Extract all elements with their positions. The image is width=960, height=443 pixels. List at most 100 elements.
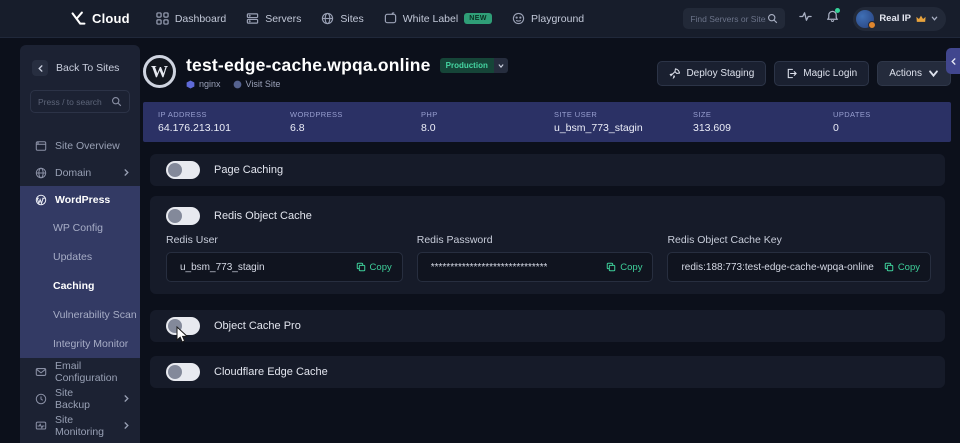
site-overview-icon — [35, 140, 47, 152]
cloudflare-edge-cache-card: Cloudflare Edge Cache — [150, 356, 945, 388]
sidebar-item-caching[interactable]: Caching — [20, 271, 140, 300]
main-content: W test-edge-cache.wpqa.online Production… — [143, 45, 951, 388]
sidebar-item-email-configuration[interactable]: Email Configuration — [20, 358, 140, 385]
nav-item-white-label[interactable]: White Label NEW — [384, 12, 492, 25]
nav-item-sites[interactable]: Sites — [321, 12, 363, 25]
actions-label: Actions — [889, 68, 922, 79]
field-value: u_bsm_773_stagin — [180, 262, 265, 273]
copy-label: Copy — [898, 262, 920, 273]
brand-name: Cloud — [92, 11, 130, 26]
app: Cloud Dashboard Servers Sites White Labe… — [0, 0, 960, 443]
environment-label: Production — [440, 58, 494, 73]
redis-fields: Redis User u_bsm_773_stagin Copy Redis P… — [150, 232, 945, 294]
global-search-input[interactable] — [690, 14, 766, 24]
back-to-sites-button[interactable]: Back To Sites — [20, 45, 140, 76]
nav-item-label: Dashboard — [175, 13, 226, 25]
visit-site-link[interactable]: Visit Site — [233, 79, 281, 89]
playground-icon — [512, 12, 525, 25]
notifications-bell-icon[interactable] — [826, 10, 839, 28]
user-menu[interactable]: Real IP — [853, 7, 946, 31]
sidebar-item-updates[interactable]: Updates — [20, 242, 140, 271]
nav-item-label: Sites — [340, 13, 363, 25]
deploy-staging-button[interactable]: Deploy Staging — [657, 61, 766, 86]
environment-dropdown[interactable] — [494, 58, 508, 73]
sidebar-item-wordpress[interactable]: WordPress — [20, 186, 140, 213]
wordpress-site-logo: W — [143, 55, 176, 88]
page-caching-card: Page Caching — [150, 154, 945, 186]
copy-icon — [356, 262, 366, 272]
redis-password-input[interactable]: ****************************** Copy — [417, 252, 654, 282]
site-title: test-edge-cache.wpqa.online — [186, 55, 431, 76]
redis-user-input[interactable]: u_bsm_773_stagin Copy — [166, 252, 403, 282]
servers-icon — [246, 12, 259, 25]
copy-icon — [606, 262, 616, 272]
sidebar-item-wp-config[interactable]: WP Config — [20, 213, 140, 242]
server-type-label: nginx — [199, 79, 221, 89]
nav-item-playground[interactable]: Playground — [512, 12, 584, 25]
field-label: Redis Object Cache Key — [667, 234, 931, 246]
info-value: 64.176.213.101 — [158, 122, 290, 134]
primary-nav: Dashboard Servers Sites White Label NEW … — [156, 12, 584, 25]
info-label: WORDPRESS — [290, 110, 421, 119]
sidebar-item-site-overview[interactable]: Site Overview — [20, 132, 140, 159]
global-search[interactable] — [683, 8, 785, 29]
activity-icon[interactable] — [799, 10, 812, 28]
sidebar-item-label: Site Overview — [55, 140, 120, 152]
field-label: Redis User — [166, 234, 403, 246]
sidebar-item-label: Updates — [53, 251, 92, 263]
object-cache-pro-toggle[interactable] — [166, 317, 200, 335]
back-to-sites-label: Back To Sites — [56, 62, 119, 74]
sidebar-item-label: Email Configuration — [55, 360, 130, 384]
redis-cache-key-input[interactable]: redis:188:773:test-edge-cache-wpqa-onlin… — [667, 252, 931, 282]
sidebar-item-site-backup[interactable]: Site Backup — [20, 385, 140, 412]
chevron-down-icon — [928, 68, 939, 79]
redis-object-cache-toggle[interactable] — [166, 207, 200, 225]
actions-button[interactable]: Actions — [877, 61, 951, 86]
info-label: PHP — [421, 110, 554, 119]
sidebar-item-integrity-monitor[interactable]: Integrity Monitor — [20, 329, 140, 358]
magic-login-button[interactable]: Magic Login — [774, 61, 869, 86]
environment-badge[interactable]: Production — [440, 58, 508, 73]
copy-button[interactable]: Copy — [346, 262, 392, 273]
monitoring-icon — [35, 420, 47, 432]
chevron-right-icon — [123, 422, 130, 429]
sidebar-item-domain[interactable]: Domain — [20, 159, 140, 186]
user-name: Real IP — [879, 13, 911, 24]
white-label-icon — [384, 12, 397, 25]
email-icon — [35, 366, 47, 378]
sidebar-search-input[interactable] — [38, 97, 110, 107]
copy-button[interactable]: Copy — [874, 262, 920, 273]
sidebar-item-vulnerability-scan[interactable]: Vulnerability Scan — [20, 300, 140, 329]
redis-password-field: Redis Password *************************… — [417, 234, 654, 282]
copy-button[interactable]: Copy — [596, 262, 642, 273]
info-updates: UPDATES 0 — [833, 110, 951, 134]
globe-icon — [233, 80, 242, 89]
new-badge: NEW — [464, 13, 492, 24]
redis-user-field: Redis User u_bsm_773_stagin Copy — [166, 234, 403, 282]
sidebar-item-site-monitoring[interactable]: Site Monitoring — [20, 412, 140, 439]
sidebar-search[interactable] — [30, 90, 130, 113]
nav-item-servers[interactable]: Servers — [246, 12, 301, 25]
avatar — [856, 10, 874, 28]
nav-item-dashboard[interactable]: Dashboard — [156, 12, 226, 25]
redis-object-cache-label: Redis Object Cache — [214, 210, 312, 222]
chevron-right-icon — [123, 395, 130, 402]
sidebar-item-label: Vulnerability Scan — [53, 309, 137, 321]
chevron-down-icon — [498, 63, 504, 69]
sidebar-item-label: WordPress — [55, 194, 110, 206]
page-caching-toggle[interactable] — [166, 161, 200, 179]
info-wordpress-version: WORDPRESS 6.8 — [290, 110, 421, 134]
site-info-bar: IP ADDRESS 64.176.213.101 WORDPRESS 6.8 … — [143, 102, 951, 142]
redis-cache-key-field: Redis Object Cache Key redis:188:773:tes… — [667, 234, 931, 282]
sites-icon — [321, 12, 334, 25]
brand-logo[interactable]: Cloud — [70, 10, 130, 27]
rocket-icon — [669, 68, 680, 79]
object-cache-pro-label: Object Cache Pro — [214, 320, 301, 332]
field-value: ****************************** — [431, 262, 548, 273]
deploy-staging-label: Deploy Staging — [686, 68, 754, 79]
cloudflare-edge-cache-toggle[interactable] — [166, 363, 200, 381]
field-value: redis:188:773:test-edge-cache-wpqa-onlin… — [681, 262, 873, 273]
search-icon — [767, 13, 778, 24]
backup-icon — [35, 393, 47, 405]
side-panel-tab[interactable] — [946, 48, 960, 74]
